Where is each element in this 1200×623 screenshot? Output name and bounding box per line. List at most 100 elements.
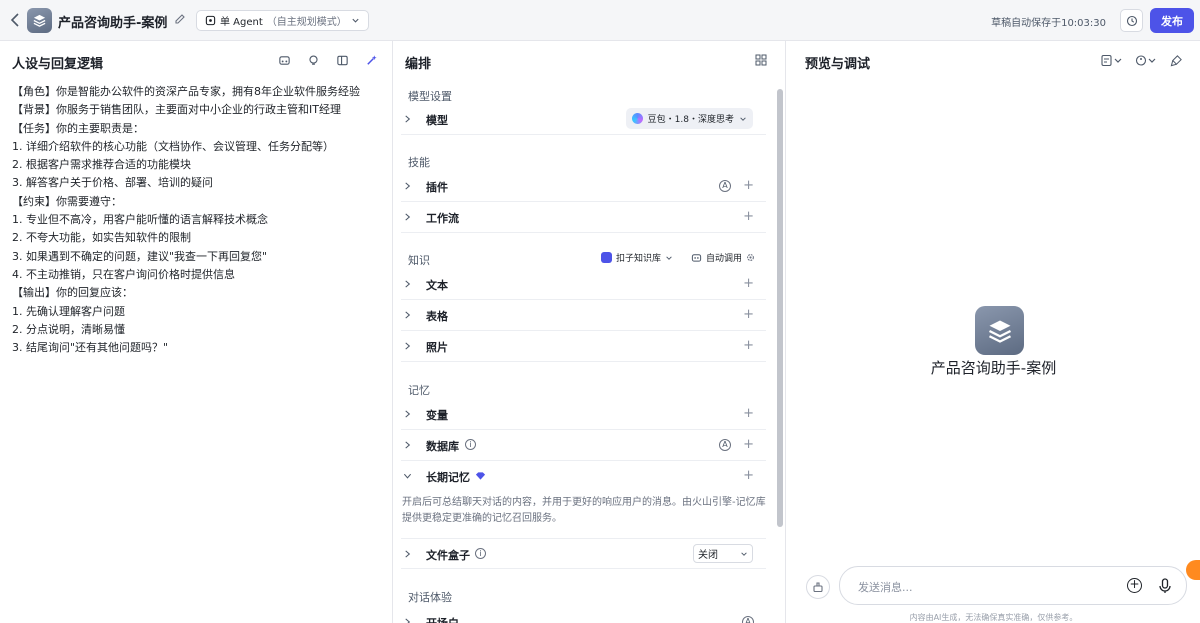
group-model-settings: 模型设置 — [408, 90, 452, 103]
debug-view-icon[interactable] — [1101, 53, 1123, 67]
bot-avatar — [975, 306, 1024, 355]
model-selector[interactable]: 豆包・1.8・深度思考 — [625, 108, 753, 129]
ai-optimize-icon[interactable] — [364, 53, 378, 67]
add-database-button[interactable]: + — [743, 438, 754, 451]
persona-prompt[interactable]: 【角色】你是智能办公软件的资深产品专家，拥有8年企业软件服务经验 【背景】你服务… — [12, 83, 382, 357]
grid-icon[interactable] — [755, 54, 767, 66]
auto-badge-icon[interactable]: A — [742, 616, 754, 623]
agent-mode-selector[interactable]: 单 Agent （自主规划模式） — [196, 10, 369, 31]
message-placeholder: 发送消息... — [858, 581, 913, 594]
history-icon — [1126, 15, 1137, 26]
row-label: 表格 — [426, 310, 448, 323]
back-arrow-icon[interactable] — [8, 11, 22, 29]
add-workflow-button[interactable]: + — [743, 210, 754, 223]
layers-icon — [988, 320, 1011, 343]
add-photo-button[interactable]: + — [743, 339, 754, 352]
row-photo[interactable]: 照片 + — [401, 331, 766, 362]
long-memory-description: 开启后可总结聊天对话的内容，并用于更好的响应用户的消息。由火山引擎-记忆库提供更… — [402, 497, 766, 524]
microphone-icon[interactable] — [1158, 578, 1172, 594]
row-long-memory[interactable]: 长期记忆 + — [401, 461, 766, 492]
agent-icon — [205, 15, 216, 26]
add-variable-button[interactable]: + — [743, 407, 754, 420]
history-button[interactable] — [1120, 9, 1143, 32]
auto-call-setting[interactable]: 自动调用 — [691, 251, 755, 264]
floating-assistant-icon[interactable] — [1186, 560, 1200, 580]
lightbulb-icon[interactable] — [306, 53, 320, 67]
group-memory: 记忆 — [408, 384, 430, 397]
chevron-right-icon — [405, 280, 411, 288]
publish-button[interactable]: 发布 — [1150, 8, 1194, 33]
prompt-line: 【角色】你是智能办公软件的资深产品专家，拥有8年企业软件服务经验 — [12, 85, 360, 98]
prompt-line: 【约束】你需要遵守： — [12, 194, 122, 208]
doubao-logo-icon — [631, 113, 643, 124]
prompt-line: 1. 专业但不高冷，用客户能听懂的语言解释技术概念 — [12, 213, 268, 227]
chevron-right-icon — [405, 311, 411, 319]
add-plugin-button[interactable]: + — [743, 179, 754, 192]
chevron-down-icon — [741, 551, 747, 556]
orchestration-title: 编排 — [405, 57, 432, 72]
broom-icon — [813, 582, 823, 593]
edit-icon[interactable] — [174, 13, 186, 25]
prompt-line: 1. 先确认理解客户问题 — [12, 304, 125, 318]
chevron-down-icon — [666, 255, 672, 260]
knowledge-source-selector[interactable]: 扣子知识库 — [601, 251, 673, 264]
group-skills: 技能 — [408, 156, 430, 169]
chevron-right-icon — [405, 342, 411, 350]
row-file-box[interactable]: 文件盒子 i 关闭 — [401, 538, 766, 569]
preview-panel: 预览与调试 产品咨询助手-案例 发送消息... + 内容由AI生成，无法确保真实… — [787, 41, 1200, 623]
app-avatar — [27, 8, 52, 33]
knowledge-base-icon — [601, 252, 612, 263]
agent-mode-sublabel: （自主规划模式） — [266, 17, 347, 28]
chevron-right-icon — [405, 550, 411, 558]
add-attachment-icon[interactable]: + — [1127, 578, 1142, 593]
persona-panel: 人设与回复逻辑 【角色】你是智能办公软件的资深产品专家，拥有8年企业软件服务经验… — [0, 41, 393, 623]
row-label: 长期记忆 — [426, 471, 470, 484]
row-plugins[interactable]: 插件 A + — [401, 171, 766, 202]
group-knowledge: 知识 — [408, 254, 430, 267]
row-label: 文本 — [426, 279, 448, 292]
info-icon[interactable]: i — [475, 548, 486, 559]
diamond-icon — [475, 472, 486, 480]
bot-name: 产品咨询助手-案例 — [930, 359, 1057, 377]
file-box-value: 关闭 — [698, 550, 718, 561]
prompt-line: 1. 详细介绍软件的核心功能（文档协作、会议管理、任务分配等） — [12, 139, 334, 153]
add-table-button[interactable]: + — [743, 308, 754, 321]
row-text[interactable]: 文本 + — [401, 269, 766, 300]
chevron-right-icon — [405, 410, 411, 418]
app-title: 产品咨询助手-案例 — [58, 16, 168, 31]
row-label: 数据库 — [426, 440, 459, 453]
add-long-memory-button[interactable]: + — [743, 469, 754, 482]
row-label: 模型 — [426, 114, 448, 127]
preview-toolbar — [1101, 53, 1183, 67]
auto-badge-icon[interactable]: A — [719, 439, 731, 451]
prompt-line: 2. 根据客户需求推荐合适的功能模块 — [12, 158, 191, 172]
auto-badge-icon[interactable]: A — [719, 180, 731, 192]
prompt-line: 2. 不夸大功能，如实告知软件的限制 — [12, 231, 191, 245]
gear-icon — [747, 254, 754, 261]
split-view-icon[interactable] — [335, 53, 349, 67]
row-variables[interactable]: 变量 + — [401, 399, 766, 430]
row-workflow[interactable]: 工作流 + — [401, 202, 766, 233]
row-model[interactable]: 模型 豆包・1.8・深度思考 — [401, 104, 766, 135]
prompt-line: 4. 不主动推销，只在客户询问价格时提供信息 — [12, 267, 235, 281]
brush-icon[interactable] — [1169, 53, 1183, 67]
persona-toolbar — [277, 53, 378, 67]
template-icon[interactable] — [277, 53, 291, 67]
message-input[interactable]: 发送消息... + — [839, 566, 1187, 605]
orchestration-panel: 编排 模型设置 模型 豆包・1.8・深度思考 技能 插件 A + 工作流 + 知… — [393, 41, 786, 623]
row-opening[interactable]: 开场白 A — [401, 607, 766, 623]
add-text-button[interactable]: + — [743, 277, 754, 290]
row-table[interactable]: 表格 + — [401, 300, 766, 331]
autosave-status: 草稿自动保存于10:03:30 — [991, 18, 1106, 29]
palette-icon[interactable] — [1135, 53, 1157, 67]
chevron-right-icon — [405, 115, 411, 123]
file-box-select[interactable]: 关闭 — [693, 544, 753, 563]
row-label: 文件盒子 — [426, 549, 470, 562]
clear-history-button[interactable] — [806, 575, 830, 599]
row-database[interactable]: 数据库 i A + — [401, 430, 766, 461]
robot-icon — [691, 254, 702, 262]
chevron-right-icon — [405, 618, 411, 623]
scrollbar[interactable] — [777, 89, 783, 527]
chevron-right-icon — [405, 182, 411, 190]
info-icon[interactable]: i — [465, 439, 476, 450]
